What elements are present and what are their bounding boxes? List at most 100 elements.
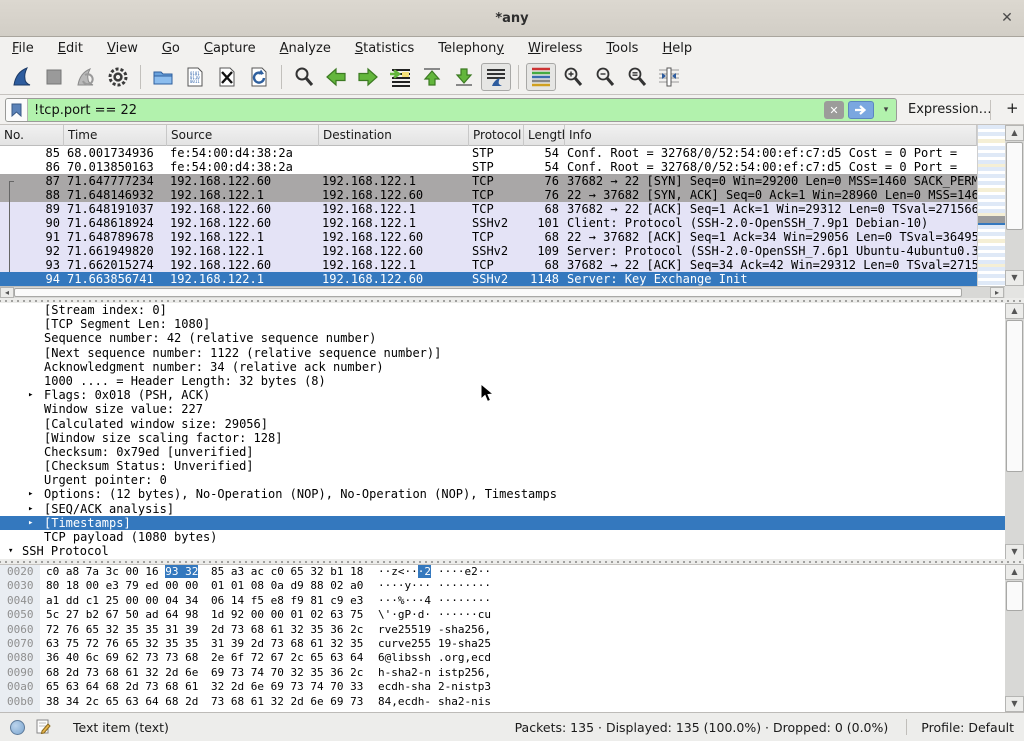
stop-capture-button[interactable]: [39, 63, 69, 91]
packet-row-87[interactable]: 8771.647777234192.168.122.60192.168.122.…: [0, 174, 977, 188]
expanded-arrow-icon[interactable]: ▾: [8, 544, 13, 558]
zoom-out-button[interactable]: [590, 63, 620, 91]
detail-line-5[interactable]: 1000 .... = Header Length: 32 bytes (8): [0, 374, 1008, 388]
packet-row-91[interactable]: 9171.648789678192.168.122.1192.168.122.6…: [0, 230, 977, 244]
scrollbar-thumb[interactable]: [1006, 320, 1023, 472]
detail-line-14[interactable]: ▸[SEQ/ACK analysis]: [0, 502, 1008, 516]
packet-row-93[interactable]: 9371.662015274192.168.122.60192.168.122.…: [0, 258, 977, 272]
scroll-left-button[interactable]: ◂: [0, 287, 14, 298]
packet-row-89[interactable]: 8971.648191037192.168.122.60192.168.122.…: [0, 202, 977, 216]
scroll-down-button[interactable]: ▼: [1005, 270, 1024, 286]
menu-wireless[interactable]: Wireless: [516, 39, 594, 58]
filter-apply-button[interactable]: [848, 101, 874, 119]
scroll-up-button[interactable]: ▲: [1005, 303, 1024, 319]
detail-line-1[interactable]: [TCP Segment Len: 1080]: [0, 317, 1008, 331]
packet-row-90[interactable]: 9071.648618924192.168.122.60192.168.122.…: [0, 216, 977, 230]
detail-line-12[interactable]: Urgent pointer: 0: [0, 473, 1008, 487]
detail-line-11[interactable]: [Checksum Status: Unverified]: [0, 459, 1008, 473]
packet-list-minimap[interactable]: [977, 125, 1005, 286]
menu-telephony[interactable]: Telephony: [426, 39, 516, 58]
detail-line-15[interactable]: ▸[Timestamps]: [0, 516, 1008, 530]
detail-line-6[interactable]: ▸Flags: 0x018 (PSH, ACK): [0, 388, 1008, 402]
scrollbar-thumb[interactable]: [1006, 142, 1023, 230]
detail-line-17[interactable]: ▾SSH Protocol: [0, 544, 1008, 558]
menu-capture[interactable]: Capture: [192, 39, 268, 58]
close-window-button[interactable]: ✕: [998, 9, 1016, 27]
detail-line-3[interactable]: [Next sequence number: 1122 (relative se…: [0, 346, 1008, 360]
scroll-down-button[interactable]: ▼: [1005, 696, 1024, 712]
detail-line-7[interactable]: Window size value: 227: [0, 402, 1008, 416]
display-filter-widget[interactable]: ✕ ▾: [5, 98, 897, 122]
menu-analyze[interactable]: Analyze: [268, 39, 343, 58]
detail-line-2[interactable]: Sequence number: 42 (relative sequence n…: [0, 331, 1008, 345]
menu-tools[interactable]: Tools: [594, 39, 650, 58]
detail-line-10[interactable]: Checksum: 0x79ed [unverified]: [0, 445, 1008, 459]
scrollbar-thumb[interactable]: [1006, 581, 1023, 611]
detail-line-0[interactable]: [Stream index: 0]: [0, 303, 1008, 317]
go-back-button[interactable]: [321, 63, 351, 91]
collapsed-arrow-icon[interactable]: ▸: [28, 502, 33, 516]
colorize-packets-toggle[interactable]: [526, 63, 556, 91]
save-file-button[interactable]: 010101100011: [180, 63, 210, 91]
detail-line-4[interactable]: Acknowledgment number: 34 (relative ack …: [0, 360, 1008, 374]
column-header-time[interactable]: Time: [64, 125, 167, 146]
menu-help[interactable]: Help: [650, 39, 704, 58]
menu-view[interactable]: View: [95, 39, 150, 58]
detail-line-16[interactable]: TCP payload (1080 bytes): [0, 530, 1008, 544]
detail-line-13[interactable]: ▸Options: (12 bytes), No-Operation (NOP)…: [0, 487, 1008, 501]
packet-row-85[interactable]: 8568.001734936fe:54:00:d4:38:2aSTP54Conf…: [0, 146, 977, 160]
packet-row-94[interactable]: 9471.663856741192.168.122.1192.168.122.6…: [0, 272, 977, 286]
scrollbar-thumb[interactable]: [14, 288, 962, 297]
column-header-length[interactable]: Length: [524, 125, 565, 146]
menu-go[interactable]: Go: [150, 39, 192, 58]
capture-options-button[interactable]: [103, 63, 133, 91]
zoom-reset-button[interactable]: [622, 63, 652, 91]
hex-row-0020[interactable]: 0020c0 a8 7a 3c 00 16 93 3285 a3 ac c0 6…: [0, 565, 1005, 579]
bytes-vertical-scrollbar[interactable]: ▲ ▼: [1005, 564, 1024, 712]
resize-columns-button[interactable]: [654, 63, 684, 91]
zoom-in-button[interactable]: [558, 63, 588, 91]
packet-row-92[interactable]: 9271.661949820192.168.122.1192.168.122.6…: [0, 244, 977, 258]
packet-list-horizontal-scrollbar[interactable]: ◂ ▸: [0, 286, 1005, 298]
packet-row-88[interactable]: 8871.648146932192.168.122.1192.168.122.6…: [0, 188, 977, 202]
expert-info-button[interactable]: [10, 720, 25, 735]
menu-edit[interactable]: Edit: [46, 39, 95, 58]
reload-file-button[interactable]: [244, 63, 274, 91]
hex-row-0090[interactable]: 009068 2d 73 68 61 32 2d 6e69 73 74 70 3…: [0, 666, 1005, 680]
expression-button[interactable]: Expression…: [908, 102, 992, 117]
find-packet-button[interactable]: [289, 63, 319, 91]
scroll-up-button[interactable]: ▲: [1005, 564, 1024, 580]
collapsed-arrow-icon[interactable]: ▸: [28, 516, 33, 530]
collapsed-arrow-icon[interactable]: ▸: [28, 487, 33, 501]
column-header-source[interactable]: Source: [167, 125, 319, 146]
hex-row-0050[interactable]: 00505c 27 b2 67 50 ad 64 981d 92 00 00 0…: [0, 608, 1005, 622]
column-header-destination[interactable]: Destination: [319, 125, 469, 146]
window-titlebar[interactable]: *any ✕: [0, 0, 1024, 37]
add-filter-button[interactable]: +: [1002, 99, 1023, 117]
hex-row-0070[interactable]: 007063 75 72 76 65 32 35 3531 39 2d 73 6…: [0, 637, 1005, 651]
go-forward-button[interactable]: [353, 63, 383, 91]
scroll-up-button[interactable]: ▲: [1005, 125, 1024, 141]
close-file-button[interactable]: [212, 63, 242, 91]
packet-list-vertical-scrollbar[interactable]: ▲ ▼: [1005, 125, 1024, 286]
hex-row-00b0[interactable]: 00b038 34 2c 65 63 64 68 2d73 68 61 32 2…: [0, 695, 1005, 709]
display-filter-input[interactable]: [28, 99, 822, 121]
open-file-button[interactable]: [148, 63, 178, 91]
restart-capture-button[interactable]: [71, 63, 101, 91]
packet-row-86[interactable]: 8670.013850163fe:54:00:d4:38:2aSTP54Conf…: [0, 160, 977, 174]
detail-line-9[interactable]: [Window size scaling factor: 128]: [0, 431, 1008, 445]
menu-file[interactable]: File: [0, 39, 46, 58]
scroll-down-button[interactable]: ▼: [1005, 544, 1024, 560]
collapsed-arrow-icon[interactable]: ▸: [28, 388, 33, 402]
hex-row-00a0[interactable]: 00a065 63 64 68 2d 73 68 6132 2d 6e 69 7…: [0, 680, 1005, 694]
capture-comment-button[interactable]: [35, 718, 51, 737]
go-to-packet-button[interactable]: [385, 63, 415, 91]
scroll-right-button[interactable]: ▸: [990, 287, 1004, 298]
column-header-protocol[interactable]: Protocol: [469, 125, 524, 146]
column-header-no[interactable]: No.: [0, 125, 64, 146]
filter-clear-button[interactable]: ✕: [824, 101, 844, 119]
hex-row-0030[interactable]: 003080 18 00 e3 79 ed 00 0001 01 08 0a d…: [0, 579, 1005, 593]
hex-row-0080[interactable]: 008036 40 6c 69 62 73 73 682e 6f 72 67 2…: [0, 651, 1005, 665]
menu-statistics[interactable]: Statistics: [343, 39, 426, 58]
go-first-button[interactable]: [417, 63, 447, 91]
